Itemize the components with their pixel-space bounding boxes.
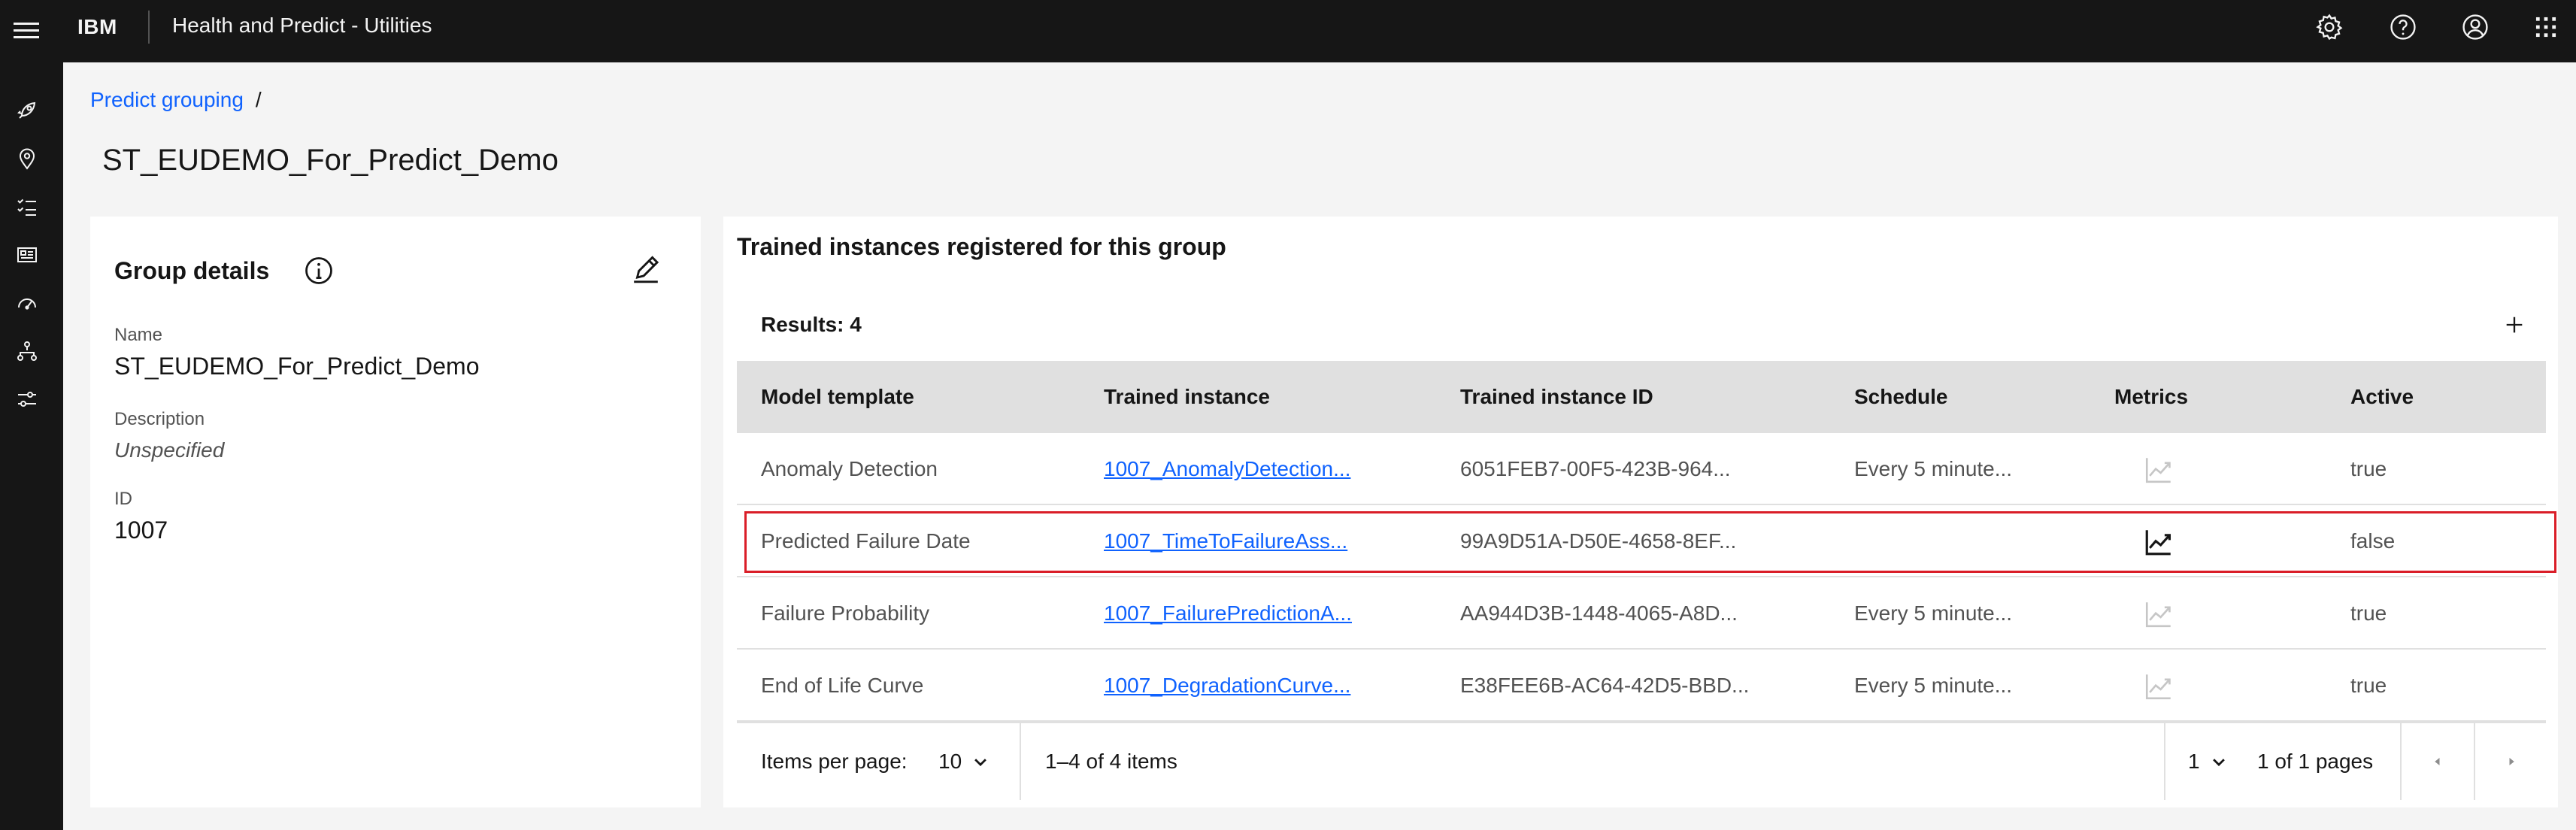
caret-left-icon [2435,758,2440,765]
id-label: ID [114,489,132,509]
group-details-card: Group details Name ST_EUDEMO_For_Predict… [90,217,701,807]
location-icon[interactable] [12,144,42,174]
pagination-divider [2164,723,2165,800]
help-icon[interactable] [2387,11,2420,44]
name-label: Name [114,325,163,345]
metrics-chart-icon [2143,454,2174,486]
results-count: Results: 4 [761,313,862,336]
column-header-active[interactable]: Active [2350,361,2414,433]
items-range-text: 1–4 of 4 items [1045,750,1177,773]
pagination-divider [1020,723,1021,800]
cell-active: true [2350,457,2387,480]
column-header-model-template[interactable]: Model template [761,361,914,433]
information-icon[interactable] [302,254,335,287]
hamburger-menu-icon[interactable] [14,17,41,44]
name-value: ST_EUDEMO_For_Predict_Demo [114,353,480,380]
cell-trained-instance-id: AA944D3B-1448-4065-A8D... [1460,601,1738,625]
cell-model-template: Predicted Failure Date [761,529,971,553]
description-label: Description [114,409,205,429]
cell-model-template: End of Life Curve [761,674,924,697]
next-page-button[interactable] [2475,723,2547,800]
trained-instances-card: Trained instances registered for this gr… [723,217,2558,807]
cell-schedule: Every 5 minute... [1854,674,2013,697]
cell-trained-instance-id: 99A9D51A-D50E-4658-8EF... [1460,529,1737,553]
trained-instance-link[interactable]: 1007_DegradationCurve... [1104,674,1350,697]
chevron-down-icon [2212,759,2225,767]
table-header-row: Model template Trained instance Trained … [737,361,2546,433]
breadcrumb: Predict grouping / [90,85,262,115]
app-title: Health and Predict - Utilities [172,14,432,37]
sliders-icon[interactable] [12,384,42,414]
trained-instance-link[interactable]: 1007_FailurePredictionA... [1104,601,1352,625]
pages-text: 1 of 1 pages [2257,750,2374,773]
ibm-brand[interactable]: IBM [77,14,117,41]
cell-trained-instance-id: E38FEE6B-AC64-42D5-BBD... [1460,674,1750,697]
table-row[interactable]: Anomaly Detection 1007_AnomalyDetection.… [737,433,2546,505]
page-number-value: 1 [2188,750,2200,773]
cell-active: true [2350,601,2387,625]
breadcrumb-separator: / [255,88,262,111]
column-header-trained-instance[interactable]: Trained instance [1104,361,1270,433]
header-divider [148,11,150,44]
items-per-page-value: 10 [938,750,962,773]
cell-schedule: Every 5 minute... [1854,457,2013,480]
table-row[interactable]: Predicted Failure Date 1007_TimeToFailur… [737,505,2556,577]
rocket-icon[interactable] [12,95,42,126]
pagination-bar: Items per page: 10 1–4 of 4 items 1 1 of… [737,722,2547,800]
edit-pencil-icon[interactable] [629,253,663,287]
left-nav-rail [0,62,63,830]
page-number-select[interactable]: 1 [2188,723,2227,800]
metrics-chart-icon[interactable] [2143,526,2174,558]
column-header-trained-instance-id[interactable]: Trained instance ID [1460,361,1653,433]
items-per-page-select[interactable]: 10 [938,723,989,800]
user-avatar-icon[interactable] [2459,11,2492,44]
cell-active: false [2350,529,2396,553]
settings-icon[interactable] [2313,11,2346,44]
table-row[interactable]: End of Life Curve 1007_DegradationCurve.… [737,650,2546,722]
top-header: IBM Health and Predict - Utilities [0,0,2576,62]
id-value: 1007 [114,516,168,544]
hierarchy-icon[interactable] [12,336,42,366]
previous-page-button[interactable] [2402,723,2474,800]
items-per-page-label: Items per page: [761,750,908,773]
column-header-schedule[interactable]: Schedule [1854,361,1947,433]
trained-instances-table: Model template Trained instance Trained … [737,361,2556,722]
table-row[interactable]: Failure Probability 1007_FailurePredicti… [737,577,2546,650]
cell-model-template: Failure Probability [761,601,930,625]
column-header-metrics[interactable]: Metrics [2114,361,2188,433]
cell-schedule: Every 5 minute... [1854,601,2013,625]
trained-instances-title: Trained instances registered for this gr… [737,233,1226,260]
trained-instance-link[interactable]: 1007_TimeToFailureAss... [1104,529,1347,553]
cell-active: true [2350,674,2387,697]
app-switcher-icon[interactable] [2529,11,2562,44]
metrics-chart-icon [2143,671,2174,702]
add-icon [2506,317,2523,333]
breadcrumb-link-predict-grouping[interactable]: Predict grouping [90,85,244,115]
cell-model-template: Anomaly Detection [761,457,938,480]
group-details-title: Group details [114,257,270,284]
gauge-icon[interactable] [12,288,42,318]
checklist-icon[interactable] [12,192,42,222]
cell-trained-instance-id: 6051FEB7-00F5-423B-964... [1460,457,1731,480]
metrics-chart-icon [2143,598,2174,630]
dashboard-card-icon[interactable] [12,240,42,270]
add-instance-button[interactable] [2495,305,2534,344]
description-value: Unspecified [114,438,225,462]
chevron-down-icon [974,759,987,767]
page-title: ST_EUDEMO_For_Predict_Demo [102,144,559,177]
trained-instance-link[interactable]: 1007_AnomalyDetection... [1104,457,1350,480]
caret-right-icon [2509,758,2514,765]
